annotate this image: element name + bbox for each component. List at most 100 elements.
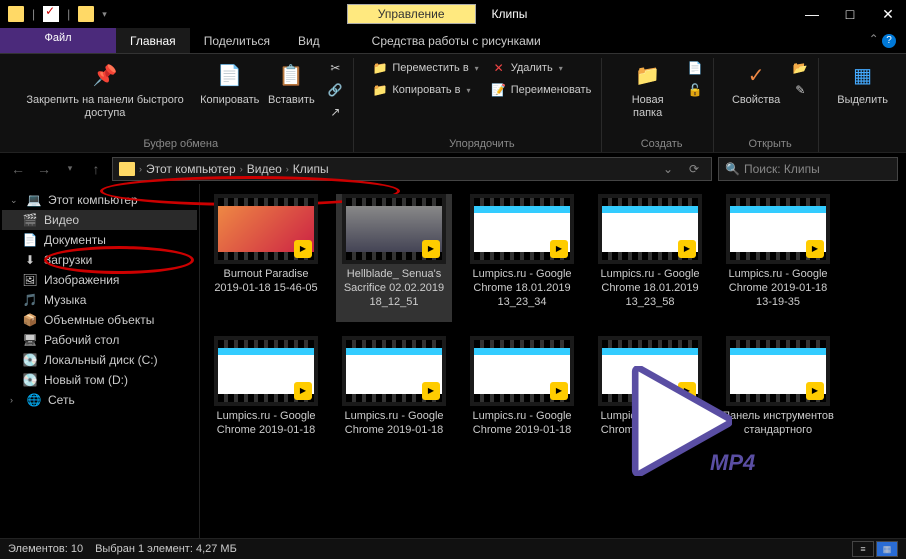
expand-icon[interactable]: ⌄ — [10, 195, 20, 206]
file-thumbnail: ▶ — [470, 336, 574, 406]
sidebar-item-label: Загрузки — [44, 253, 92, 267]
chevron-icon[interactable]: › — [240, 164, 243, 174]
expand-icon[interactable]: › — [10, 395, 20, 405]
disk-icon: 💽 — [22, 353, 38, 367]
ribbon-collapse-icon[interactable]: ⌃ — [869, 32, 879, 46]
file-item[interactable]: ▶Панель инструментов стандартного — [720, 336, 836, 464]
file-item[interactable]: ▶Lumpics.ru - Google Chrome 2019-01-18 — [336, 336, 452, 464]
sidebar-item-label: Музыка — [44, 293, 86, 307]
tab-home[interactable]: Главная — [116, 28, 190, 53]
file-name: Lumpics.ru - Google Chrome 2019-01-18 — [464, 410, 580, 464]
sidebar-item-music[interactable]: 🎵 Музыка — [2, 290, 197, 310]
sidebar-item-dl[interactable]: ⬇ Загрузки — [2, 250, 197, 270]
view-icons-button[interactable]: ▦ — [876, 541, 898, 557]
copy-button[interactable]: 📄 Копировать — [200, 58, 259, 109]
file-item[interactable]: ▶Lumpics.ru - Google Chrome 18.01.2019 1… — [464, 194, 580, 322]
breadcrumb-dropdown[interactable]: ⌄ — [657, 162, 679, 176]
close-button[interactable]: ✕ — [878, 6, 898, 23]
paste-button[interactable]: 📋 Вставить — [263, 58, 319, 109]
check-icon[interactable] — [43, 6, 59, 22]
select-all-button[interactable]: ▦ Выделить — [833, 58, 892, 109]
sidebar-item-label: Сеть — [48, 393, 75, 407]
ribbon-group-open: ✓ Свойства 📂 ✎ Открыть — [722, 58, 819, 152]
edit-button[interactable]: ✎ — [788, 80, 812, 100]
properties-button[interactable]: ✓ Свойства — [728, 58, 784, 109]
minimize-button[interactable]: — — [802, 6, 822, 23]
dl-icon: ⬇ — [22, 253, 38, 267]
open-button[interactable]: 📂 — [788, 58, 812, 78]
player-badge-icon: ▶ — [806, 240, 824, 258]
chevron-icon[interactable]: › — [139, 164, 142, 174]
contextual-tab[interactable]: Управление — [347, 4, 476, 24]
maximize-button[interactable]: □ — [840, 6, 860, 23]
rename-button[interactable]: 📝Переименовать — [487, 80, 596, 100]
qat-sep: | — [32, 7, 35, 21]
copy-path-button[interactable]: 🔗 — [323, 80, 347, 100]
file-item[interactable]: ▶Lumpics.ru - Google Chrome 2019-01-18 1… — [720, 194, 836, 322]
search-box[interactable]: 🔍 Поиск: Клипы — [718, 157, 898, 181]
tab-file[interactable]: Файл — [0, 28, 116, 53]
delete-icon: ✕ — [491, 60, 507, 76]
move-to-button[interactable]: 📁Переместить в▾ — [368, 58, 482, 78]
cut-button[interactable]: ✂ — [323, 58, 347, 78]
sidebar-item-label: Видео — [44, 213, 79, 227]
group-label: Открыть — [748, 136, 791, 152]
nav-forward-button[interactable]: → — [34, 159, 54, 179]
chevron-icon[interactable]: › — [286, 164, 289, 174]
file-item[interactable]: ▶Lumpics.ru - Google Chrome 18.01.2019 1… — [592, 194, 708, 322]
file-item[interactable]: ▶Hellblade_ Senua's Sacrifice 02.02.2019… — [336, 194, 452, 322]
view-toggle: ≡ ▦ — [852, 541, 898, 557]
help-icon[interactable]: ? — [882, 34, 896, 48]
breadcrumb-segment[interactable]: Клипы — [293, 162, 329, 176]
sidebar-item-pc[interactable]: ⌄ 💻 Этот компьютер — [2, 190, 197, 210]
refresh-button[interactable]: ⟳ — [683, 162, 705, 176]
ribbon-group-clipboard: 📌 Закрепить на панели быстрого доступа 📄… — [8, 58, 354, 152]
folder-icon[interactable] — [78, 6, 94, 22]
breadcrumb-segment[interactable]: Видео — [247, 162, 282, 176]
sidebar-item-doc[interactable]: 📄Документы — [2, 230, 197, 250]
new-item-button[interactable]: 📄 — [683, 58, 707, 78]
ribbon-tabs: Файл Главная Поделиться Вид Средства раб… — [0, 28, 906, 54]
pin-quick-access-button[interactable]: 📌 Закрепить на панели быстрого доступа — [14, 58, 196, 122]
delete-button[interactable]: ✕Удалить▾ — [487, 58, 596, 78]
nav-back-button[interactable]: ← — [8, 159, 28, 179]
tab-share[interactable]: Поделиться — [190, 28, 284, 53]
breadcrumb[interactable]: › Этот компьютер › Видео › Клипы ⌄ ⟳ — [112, 157, 712, 181]
group-label: Создать — [641, 136, 683, 152]
paste-shortcut-button[interactable]: ↗ — [323, 102, 347, 122]
sidebar-item-video[interactable]: 🎬Видео — [2, 210, 197, 230]
sidebar-item-disk[interactable]: 💽Новый том (D:) — [2, 370, 197, 390]
sidebar-item-label: Этот компьютер — [48, 193, 138, 207]
easy-access-button[interactable]: 🔓 — [683, 80, 707, 100]
new-folder-icon: 📁 — [632, 60, 664, 92]
file-item[interactable]: ▶Burnout Paradise 2019-01-18 15-46-05 — [208, 194, 324, 322]
music-icon: 🎵 — [22, 293, 38, 307]
sidebar-item-pic[interactable]: 🖼Изображения — [2, 270, 197, 290]
file-item[interactable]: ▶Lumpics.ru - Google Chrome 2019-01-18 — [208, 336, 324, 464]
sidebar-item-net[interactable]: ›🌐Сеть — [2, 390, 197, 410]
ribbon: 📌 Закрепить на панели быстрого доступа 📄… — [0, 54, 906, 152]
folder-icon[interactable] — [8, 6, 24, 22]
player-badge-icon: ▶ — [550, 382, 568, 400]
shortcut-icon: ↗ — [327, 104, 343, 120]
breadcrumb-segment[interactable]: Этот компьютер — [146, 162, 236, 176]
new-folder-button[interactable]: 📁 Новая папка — [616, 58, 679, 122]
qat-dropdown[interactable]: ▾ — [102, 9, 107, 20]
copy-to-button[interactable]: 📁Копировать в▾ — [368, 80, 482, 100]
view-details-button[interactable]: ≡ — [852, 541, 874, 557]
tab-view[interactable]: Вид — [284, 28, 334, 53]
file-list[interactable]: ▶Burnout Paradise 2019-01-18 15-46-05▶He… — [200, 184, 906, 538]
tab-picture-tools[interactable]: Средства работы с рисунками — [358, 28, 555, 53]
sidebar-item-label: Изображения — [44, 273, 119, 287]
file-item[interactable]: ▶Lumpics.ru - Google Chrome 2019-01-18 — [592, 336, 708, 464]
folder-icon — [119, 162, 135, 176]
nav-up-button[interactable]: ↑ — [86, 159, 106, 179]
paste-label: Вставить — [268, 94, 315, 107]
file-item[interactable]: ▶ Lumpics.ru - Google Chrome 2019-01-18 — [464, 336, 580, 464]
sidebar-item-desk[interactable]: 🖥Рабочий стол — [2, 330, 197, 350]
sidebar-item-3d[interactable]: 📦Объемные объекты — [2, 310, 197, 330]
status-count: Элементов: 10 — [8, 543, 83, 555]
sidebar-item-disk[interactable]: 💽Локальный диск (C:) — [2, 350, 197, 370]
pc-icon: 💻 — [26, 193, 42, 207]
nav-history-button[interactable]: ▾ — [60, 159, 80, 179]
